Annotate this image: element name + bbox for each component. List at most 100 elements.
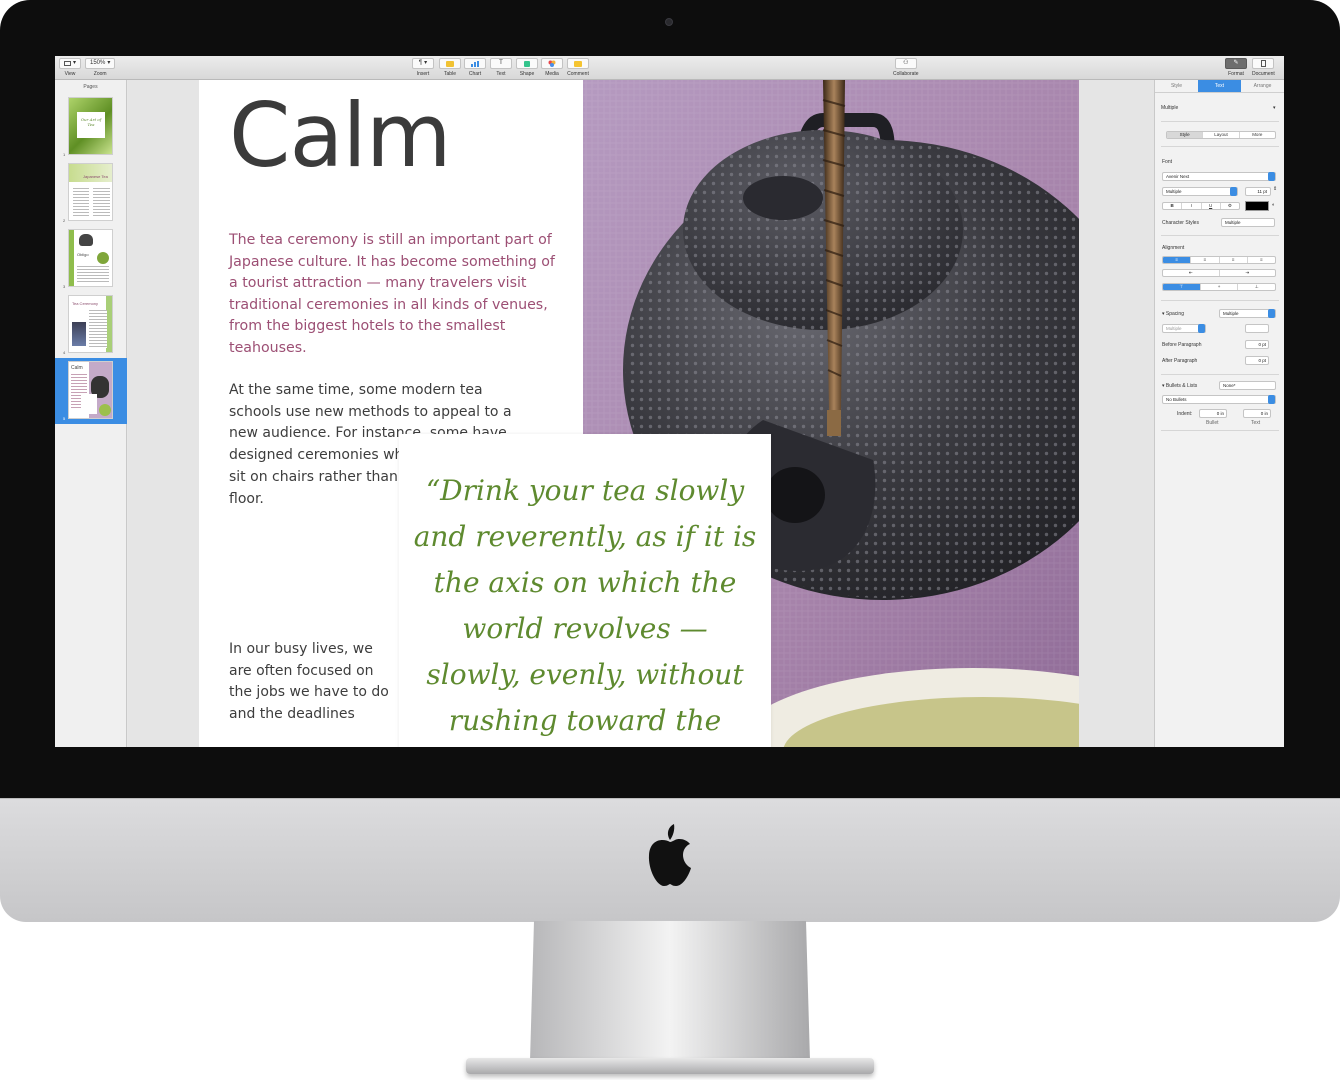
- bold-button[interactable]: B: [1163, 203, 1183, 209]
- spacing-label[interactable]: ▾ Spacing: [1162, 311, 1184, 317]
- font-name-select[interactable]: Avenir Next: [1162, 172, 1276, 181]
- pull-quote-text[interactable]: “Drink your tea slowly and reverently, a…: [411, 468, 759, 747]
- document-button[interactable]: [1252, 58, 1275, 69]
- thumbnail-image: Our Art of Tea: [68, 97, 113, 155]
- page-thumbnail-4[interactable]: Tea Ceremony 4: [55, 292, 127, 358]
- page-thumbnail-5[interactable]: Calm 5: [55, 358, 127, 424]
- chevron-updown-icon: [1198, 324, 1205, 333]
- after-paragraph-field[interactable]: 0 pt: [1245, 356, 1269, 365]
- comment-item[interactable]: Comment: [567, 58, 589, 77]
- page-title[interactable]: Calm: [229, 86, 452, 186]
- view-item[interactable]: ▾ View: [59, 58, 82, 77]
- subtab-more[interactable]: More: [1240, 132, 1275, 138]
- format-item[interactable]: ✎ Format: [1225, 58, 1247, 77]
- spacing-type-select[interactable]: Multiple: [1162, 324, 1206, 333]
- spacing-amount-field[interactable]: [1245, 324, 1269, 333]
- tab-style[interactable]: Style: [1155, 80, 1198, 92]
- align-right-button[interactable]: ≡: [1220, 257, 1248, 263]
- divider: [1161, 121, 1279, 122]
- subtab-layout[interactable]: Layout: [1203, 132, 1240, 138]
- character-styles-select[interactable]: Multiple: [1221, 218, 1275, 227]
- spacing-select[interactable]: Multiple: [1219, 309, 1276, 318]
- lead-paragraph[interactable]: The tea ceremony is still an important p…: [229, 230, 559, 360]
- pull-quote-box[interactable]: “Drink your tea slowly and reverently, a…: [399, 434, 771, 747]
- thumbnail-caption: Our Art of Tea: [77, 112, 105, 138]
- shape-item[interactable]: Shape: [516, 58, 538, 77]
- document-canvas[interactable]: Calm The tea ceremony is still an import…: [128, 80, 1154, 747]
- comment-button[interactable]: [567, 58, 589, 69]
- insert-button[interactable]: ¶ ▾: [412, 58, 434, 69]
- align-top-button[interactable]: ⊤: [1163, 284, 1201, 290]
- font-header: Font: [1162, 159, 1173, 165]
- thumbnail-image: Tea Ceremony: [68, 295, 113, 353]
- divider: [1161, 146, 1279, 147]
- decrease-indent-button[interactable]: ⇤: [1163, 270, 1220, 276]
- bullets-preset-select[interactable]: None*: [1219, 381, 1276, 390]
- font-size-stepper[interactable]: ⇕: [1273, 186, 1277, 192]
- page-thumbnail-1[interactable]: Our Art of Tea 1: [55, 94, 127, 160]
- media-item[interactable]: Media: [541, 58, 563, 77]
- page-thumbnail-3[interactable]: Obligo 3: [55, 226, 127, 292]
- format-inspector: Style Text Arrange Multiple ▾ Style Layo…: [1154, 80, 1284, 747]
- bullet-indent-field[interactable]: 0 in: [1199, 409, 1227, 418]
- text-indent-field[interactable]: 0 in: [1243, 409, 1271, 418]
- document-page[interactable]: Calm The tea ceremony is still an import…: [199, 80, 1079, 747]
- thumbnail-image: Japanese Tea: [68, 163, 113, 221]
- table-item[interactable]: Table: [439, 58, 461, 77]
- view-button[interactable]: ▾: [59, 58, 82, 69]
- font-size-value: 11 pt: [1257, 189, 1267, 194]
- text-color-well[interactable]: [1245, 201, 1269, 211]
- before-paragraph-field[interactable]: 0 pt: [1245, 340, 1269, 349]
- body-paragraph-2[interactable]: In our busy lives, we are often focused …: [229, 639, 389, 726]
- font-style-select[interactable]: Multiple: [1162, 187, 1238, 196]
- align-middle-button[interactable]: +: [1201, 284, 1239, 290]
- thumbnail-caption: Calm: [71, 365, 83, 371]
- bullets-lists-label[interactable]: ▾ Bullets & Lists: [1162, 383, 1197, 389]
- align-bottom-button[interactable]: ⊥: [1238, 284, 1275, 290]
- font-format-buttons: B I U ⚙: [1162, 202, 1240, 210]
- underline-button[interactable]: U: [1202, 203, 1221, 209]
- shape-button[interactable]: [516, 58, 538, 69]
- bullets-preset-value: None*: [1223, 383, 1236, 388]
- bullet-style-value: No Bullets: [1166, 397, 1187, 402]
- text-box-icon: T: [499, 60, 503, 66]
- text-button[interactable]: T: [490, 58, 512, 69]
- pages-sidebar: Pages Our Art of Tea 1 Japanese Tea 2 Ob…: [55, 80, 127, 747]
- tab-text[interactable]: Text: [1198, 80, 1241, 92]
- zoom-button[interactable]: 150% ▾: [85, 58, 116, 69]
- insert-item[interactable]: ¶ ▾ Insert: [412, 58, 434, 77]
- align-center-button[interactable]: ≡: [1191, 257, 1220, 263]
- tab-arrange[interactable]: Arrange: [1241, 80, 1284, 92]
- paragraph-style-select[interactable]: Multiple: [1161, 105, 1178, 111]
- collaborate-item[interactable]: ⚇ Collaborate: [893, 58, 919, 77]
- after-paragraph-label: After Paragraph: [1162, 358, 1198, 364]
- page-number: 3: [63, 284, 66, 289]
- color-wheel-icon[interactable]: ◐: [1272, 202, 1275, 208]
- chevron-down-icon: ▾: [73, 60, 77, 66]
- document-item[interactable]: Document: [1252, 58, 1275, 77]
- table-button[interactable]: [439, 58, 461, 69]
- text-item[interactable]: T Text: [490, 58, 512, 77]
- subtab-style[interactable]: Style: [1167, 132, 1204, 138]
- increase-indent-button[interactable]: ⇥: [1220, 270, 1276, 276]
- collaborate-button[interactable]: ⚇: [894, 58, 917, 69]
- thumbnail-caption: Japanese Tea: [83, 174, 108, 179]
- thumbnail-caption: Tea Ceremony: [72, 301, 99, 306]
- divider: [1161, 235, 1279, 236]
- align-justify-button[interactable]: ≡: [1248, 257, 1275, 263]
- text-subtabs: Style Layout More: [1166, 131, 1276, 139]
- gear-icon[interactable]: ⚙: [1221, 203, 1239, 209]
- font-size-field[interactable]: 11 pt: [1245, 187, 1271, 196]
- italic-button[interactable]: I: [1182, 203, 1202, 209]
- chart-button[interactable]: [464, 58, 486, 69]
- imac-stand: [530, 921, 810, 1061]
- format-button[interactable]: ✎: [1225, 58, 1247, 69]
- chevron-down-icon[interactable]: ▾: [1273, 105, 1276, 111]
- bullet-style-select[interactable]: No Bullets: [1162, 395, 1276, 404]
- align-left-button[interactable]: ≡: [1163, 257, 1192, 263]
- zoom-item[interactable]: 150% ▾ Zoom: [85, 58, 116, 77]
- media-button[interactable]: [541, 58, 563, 69]
- chart-item[interactable]: Chart: [464, 58, 486, 77]
- page-thumbnail-2[interactable]: Japanese Tea 2: [55, 160, 127, 226]
- divider: [1161, 430, 1279, 431]
